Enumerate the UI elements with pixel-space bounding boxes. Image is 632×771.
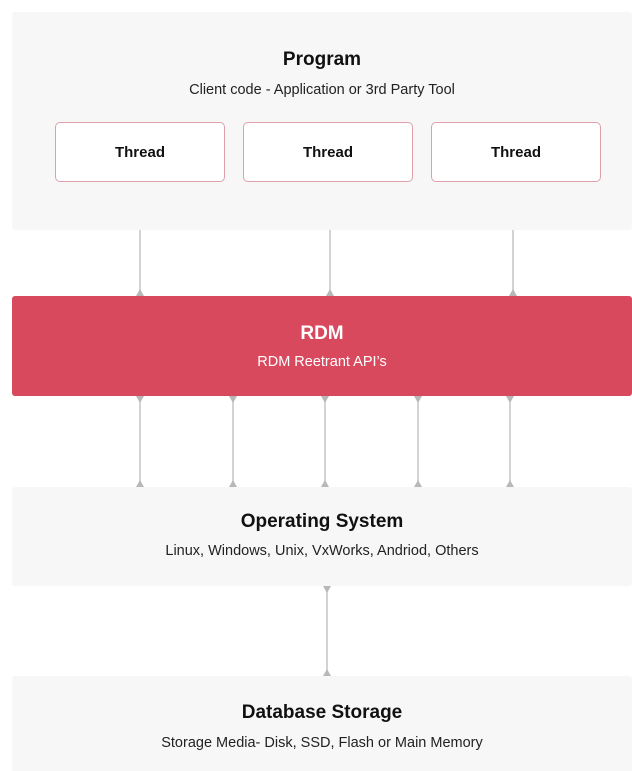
rdm-title: RDM bbox=[300, 323, 344, 344]
arrowhead bbox=[414, 480, 422, 487]
arrowhead bbox=[323, 669, 331, 676]
arrowhead bbox=[321, 396, 329, 403]
os-title: Operating System bbox=[240, 511, 404, 532]
arrowhead bbox=[414, 396, 422, 403]
arrowhead bbox=[136, 480, 144, 487]
arrowhead bbox=[506, 480, 514, 487]
storage-layer: Database Storage Storage Media- Disk, SS… bbox=[12, 676, 632, 771]
program-layer: Program Client code - Application or 3rd… bbox=[12, 12, 632, 230]
thread-box-1: Thread bbox=[55, 122, 225, 182]
os-subtitle: Linux, Windows, Unix, VxWorks, Andriod, … bbox=[165, 543, 479, 559]
arrowhead bbox=[326, 289, 334, 296]
rdm-layer: RDM RDM Reetrant API’s bbox=[12, 296, 632, 396]
arrowhead bbox=[323, 586, 331, 593]
arrowhead bbox=[229, 480, 237, 487]
arrowhead bbox=[229, 396, 237, 403]
program-subtitle: Client code - Application or 3rd Party T… bbox=[189, 82, 455, 98]
rdm-subtitle: RDM Reetrant API’s bbox=[257, 354, 387, 370]
arrowhead bbox=[509, 289, 517, 296]
program-title: Program bbox=[282, 49, 362, 70]
thread-box-3: Thread bbox=[431, 122, 601, 182]
storage-title: Database Storage bbox=[241, 702, 403, 723]
storage-subtitle: Storage Media- Disk, SSD, Flash or Main … bbox=[161, 735, 483, 751]
os-layer: Operating System Linux, Windows, Unix, V… bbox=[12, 487, 632, 586]
arrowhead bbox=[136, 289, 144, 296]
thread-box-2: Thread bbox=[243, 122, 413, 182]
arrowhead bbox=[136, 396, 144, 403]
arrowhead bbox=[321, 480, 329, 487]
arrowhead bbox=[506, 396, 514, 403]
